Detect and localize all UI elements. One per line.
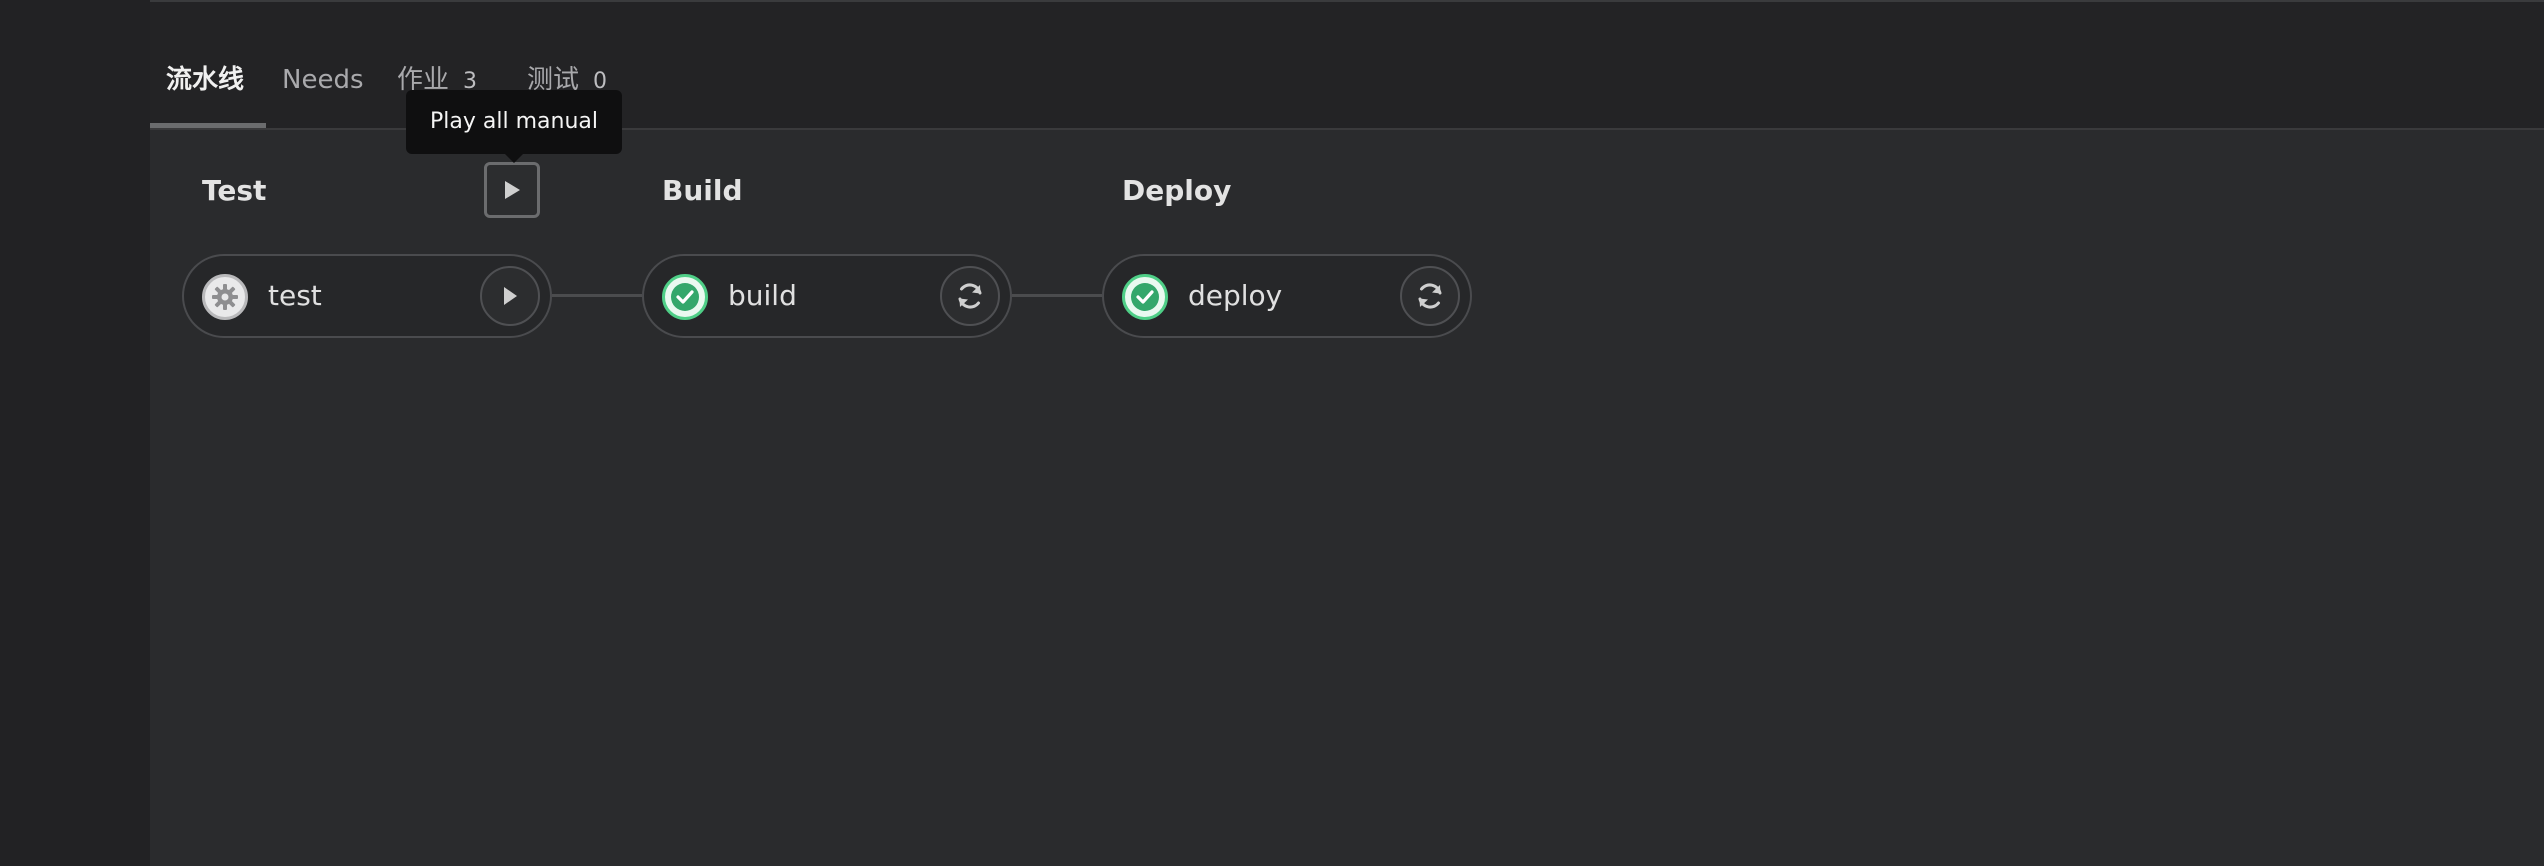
stage-title-build: Build bbox=[662, 174, 743, 207]
retry-icon bbox=[1413, 279, 1447, 313]
gear-icon bbox=[202, 274, 248, 320]
job-name: deploy bbox=[1188, 279, 1283, 312]
pipeline-main-panel: 流水线 Needs 作业 3 测试 0 Test Build Deploy Play… bbox=[150, 0, 2544, 866]
job-name: build bbox=[728, 279, 797, 312]
job-retry-button[interactable] bbox=[1400, 266, 1460, 326]
active-tab-indicator bbox=[150, 123, 266, 128]
job-card-build[interactable]: build bbox=[642, 254, 1012, 338]
check-icon bbox=[662, 274, 708, 320]
stage-title-deploy: Deploy bbox=[1122, 174, 1232, 207]
tab-needs[interactable]: Needs bbox=[282, 60, 364, 100]
play-icon bbox=[501, 286, 519, 306]
stage-title-test: Test bbox=[202, 174, 267, 207]
play-all-manual-button[interactable] bbox=[484, 162, 540, 218]
tab-pipeline-label: 流水线 bbox=[166, 65, 245, 95]
stage-connector bbox=[1012, 294, 1102, 297]
tooltip-arrow bbox=[505, 154, 523, 163]
retry-icon bbox=[953, 279, 987, 313]
tooltip: Play all manual bbox=[406, 90, 622, 154]
job-play-button[interactable] bbox=[480, 266, 540, 326]
job-card-deploy[interactable]: deploy bbox=[1102, 254, 1472, 338]
stage-connector bbox=[552, 294, 642, 297]
app-window: 流水线 Needs 作业 3 测试 0 Test Build Deploy Play… bbox=[0, 0, 2544, 866]
left-sidebar-strip bbox=[0, 0, 150, 866]
job-name: test bbox=[268, 279, 322, 312]
job-card-test[interactable]: test bbox=[182, 254, 552, 338]
play-icon bbox=[502, 179, 522, 201]
check-icon bbox=[1122, 274, 1168, 320]
job-retry-button[interactable] bbox=[940, 266, 1000, 326]
tab-needs-label: Needs bbox=[282, 65, 364, 95]
tab-pipeline[interactable]: 流水线 bbox=[166, 60, 244, 100]
